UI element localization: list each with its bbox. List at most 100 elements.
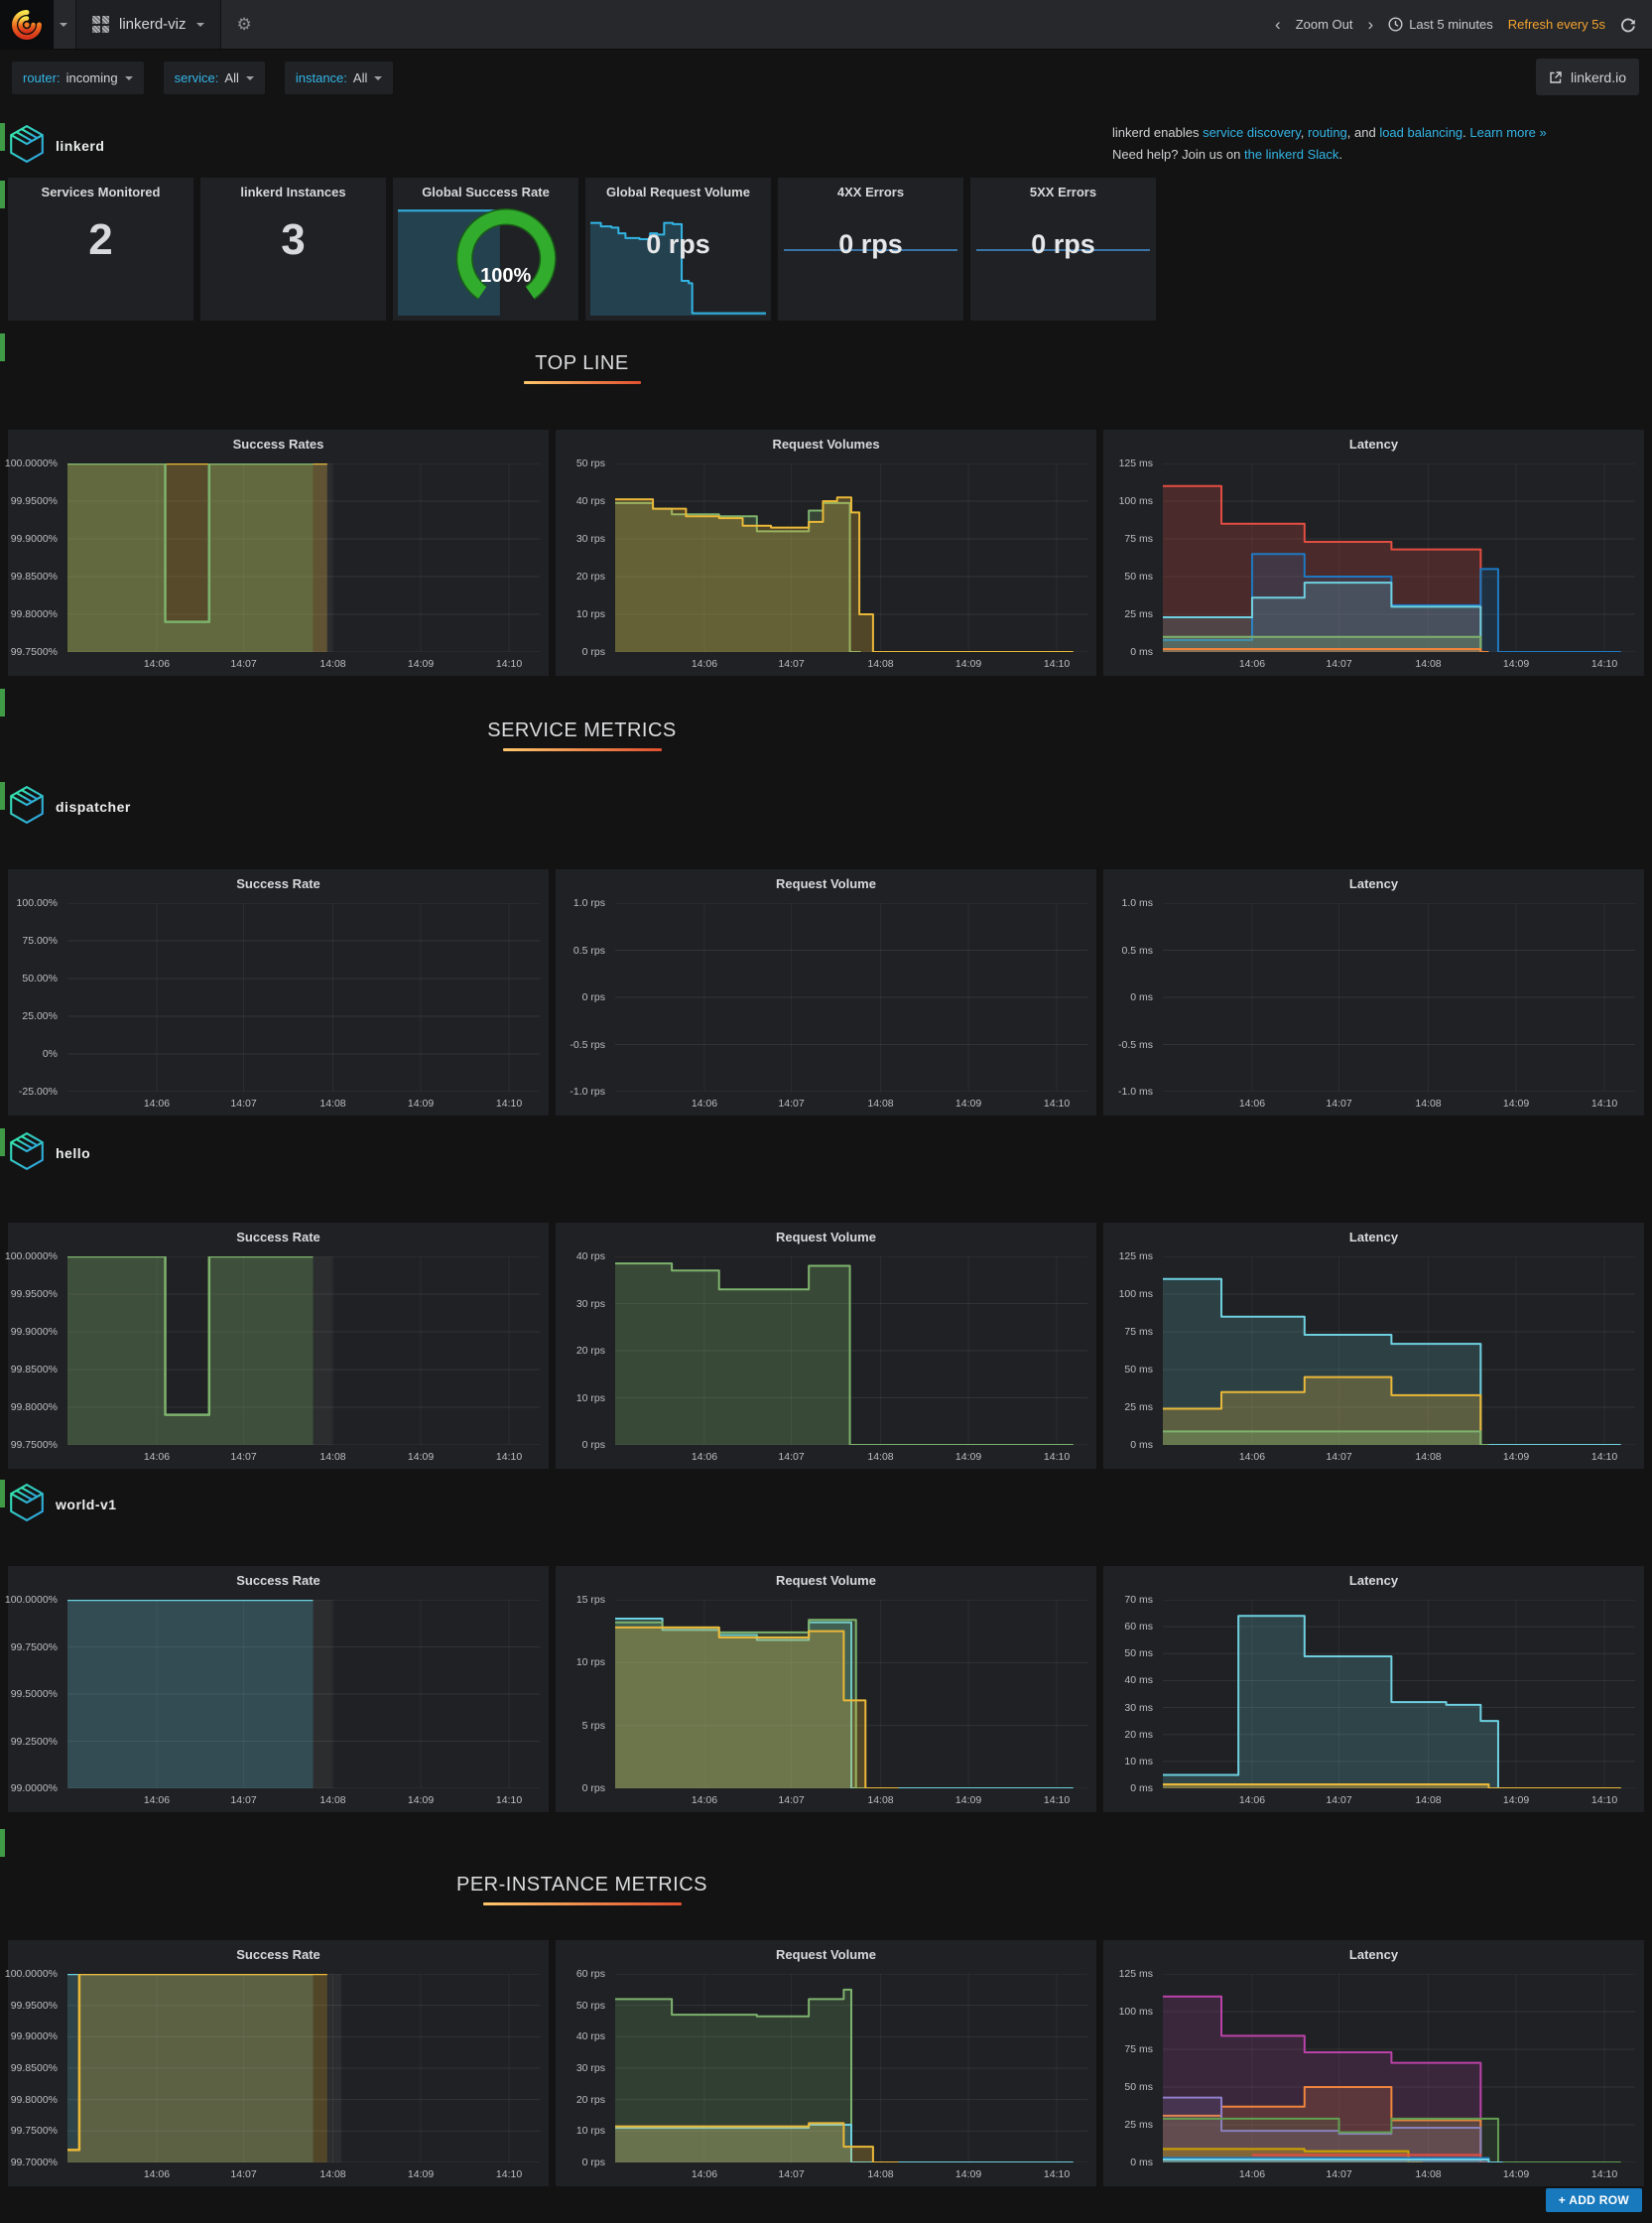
row-collapse-handle[interactable] [0,123,5,151]
panel-title[interactable]: Success Rate [8,1940,549,1962]
refresh-interval-picker[interactable]: Refresh every 5s [1508,17,1605,32]
x-axis-label: 14:10 [496,658,522,670]
panel-title[interactable]: 5XX Errors [970,178,1156,199]
plot-area[interactable] [615,463,1087,652]
y-axis-label: 40 ms [1124,1674,1153,1686]
panel-title[interactable]: Latency [1103,869,1644,891]
linkerd-slack-link[interactable]: the linkerd Slack [1244,147,1338,162]
routing-link[interactable]: routing [1308,125,1347,140]
x-axis-label: 14:07 [230,1794,256,1806]
y-axis-label: 50 rps [576,458,605,469]
router-filter-dropdown[interactable]: router: incoming [12,62,144,94]
y-axis-label: 0.5 rps [573,945,605,957]
linkerd-logo-icon [8,1483,46,1527]
linkerd-io-link[interactable]: linkerd.io [1536,59,1639,95]
panel-title[interactable]: linkerd Instances [200,178,386,199]
plot-area[interactable] [1163,463,1635,652]
plot-area[interactable] [1163,1974,1635,2162]
grafana-logo-icon [9,7,45,43]
panel-title[interactable]: Success Rate [8,869,549,891]
y-axis-label: 1.0 rps [573,897,605,909]
panel-title[interactable]: 4XX Errors [778,178,963,199]
row-collapse-handle[interactable] [0,181,5,208]
plot-area[interactable] [67,463,540,652]
plot-area[interactable] [615,1256,1087,1445]
learn-more-link[interactable]: Learn more » [1469,125,1546,140]
y-axis-label: 25.00% [22,1010,58,1022]
plot-area[interactable] [67,1974,540,2162]
row-collapse-handle[interactable] [0,1128,5,1156]
panel-title[interactable]: Success Rate [8,1223,549,1244]
panel-title[interactable]: Request Volume [556,869,1096,891]
service-title-hello: hello [56,1145,90,1161]
linkerd-logo-icon [8,785,46,830]
stat-value: 0 rps [585,229,771,260]
request-volume-sparkline [590,211,766,316]
y-axis-label: 10 rps [576,608,605,620]
plot-area[interactable] [615,903,1087,1092]
y-axis-label: 50 ms [1124,571,1153,583]
service-discovery-link[interactable]: service discovery [1203,125,1301,140]
service-filter-dropdown[interactable]: service: All [164,62,265,94]
y-axis-label: -0.5 ms [1118,1039,1153,1051]
panel-per-instance-success-rate: Success Rate 100.0000%99.9500%99.9000%99… [8,1940,549,2186]
time-shift-back-button[interactable]: ‹ [1275,16,1281,33]
x-axis-label: 14:06 [692,2168,717,2180]
x-axis-label: 14:10 [1591,1098,1617,1110]
y-axis-label: 125 ms [1119,1250,1153,1262]
x-axis-label: 14:06 [144,658,170,670]
plot-area[interactable] [1163,1256,1635,1445]
plot-area[interactable] [615,1974,1087,2162]
dashboard-picker[interactable]: linkerd-viz [75,0,221,49]
y-axis-label: 50 ms [1124,1364,1153,1375]
y-axis-label: 75 ms [1124,2043,1153,2055]
x-axis-label: 14:07 [1326,2168,1351,2180]
main-menu-caret[interactable] [54,0,75,49]
panel-title[interactable]: Request Volume [556,1940,1096,1962]
plot-area[interactable] [67,903,540,1092]
x-axis-label: 14:08 [319,1451,345,1463]
panel-title[interactable]: Global Request Volume [585,178,771,199]
row-collapse-handle[interactable] [0,689,5,717]
panel-title[interactable]: Global Success Rate [393,178,578,199]
instance-filter-dropdown[interactable]: instance: All [285,62,394,94]
x-axis-label: 14:06 [144,1451,170,1463]
y-axis-label: 0 ms [1130,991,1153,1003]
load-balancing-link[interactable]: load balancing [1379,125,1462,140]
y-axis-label: 25 ms [1124,2119,1153,2131]
plot-area[interactable] [1163,1600,1635,1788]
row-collapse-handle[interactable] [0,333,5,361]
dashboard-settings-button[interactable]: ⚙ [221,0,268,49]
service-title-linkerd: linkerd [56,138,104,154]
panel-title[interactable]: Request Volumes [556,430,1096,452]
x-axis-label: 14:07 [230,1451,256,1463]
plot-area[interactable] [615,1600,1087,1788]
panel-title[interactable]: Latency [1103,1940,1644,1962]
time-range-picker[interactable]: Last 5 minutes [1388,17,1493,32]
row-collapse-handle[interactable] [0,1480,5,1507]
dashboard-grid-icon [92,16,109,33]
panel-title[interactable]: Request Volume [556,1566,1096,1588]
x-axis-label: 14:10 [1044,2168,1070,2180]
refresh-button[interactable] [1620,17,1636,33]
x-axis-label: 14:06 [1239,1794,1265,1806]
plot-area[interactable] [67,1256,540,1445]
panel-title[interactable]: Latency [1103,430,1644,452]
row-collapse-handle[interactable] [0,1829,5,1857]
panel-title[interactable]: Success Rates [8,430,549,452]
y-axis-label: 70 ms [1124,1594,1153,1606]
panel-title[interactable]: Latency [1103,1223,1644,1244]
x-axis-label: 14:09 [1503,658,1529,670]
panel-title[interactable]: Success Rate [8,1566,549,1588]
grafana-logo[interactable] [0,0,54,49]
panel-title[interactable]: Latency [1103,1566,1644,1588]
add-row-button[interactable]: + ADD ROW [1546,2188,1642,2212]
panel-title[interactable]: Request Volume [556,1223,1096,1244]
panel-title[interactable]: Services Monitored [8,178,193,199]
y-axis-label: 50 ms [1124,1647,1153,1659]
plot-area[interactable] [67,1600,540,1788]
zoom-out-button[interactable]: Zoom Out [1296,17,1353,32]
plot-area[interactable] [1163,903,1635,1092]
time-shift-forward-button[interactable]: › [1368,16,1374,33]
row-collapse-handle[interactable] [0,782,5,810]
